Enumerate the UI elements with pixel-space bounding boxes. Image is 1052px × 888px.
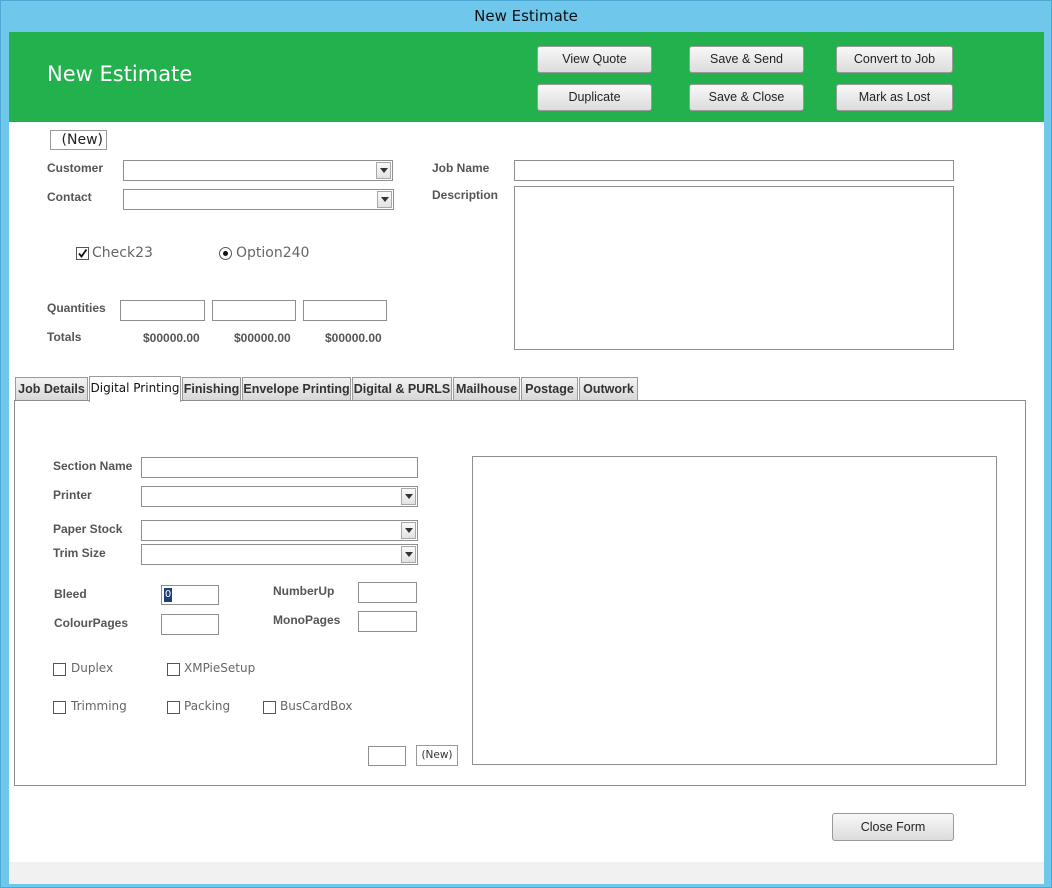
number-up-label: NumberUp bbox=[273, 584, 335, 598]
mono-pages-label: MonoPages bbox=[273, 613, 341, 627]
totals-label: Totals bbox=[47, 330, 82, 344]
digital-printing-panel: Section Name Printer Paper Stock Trim Si… bbox=[14, 400, 1026, 786]
chevron-down-icon[interactable] bbox=[376, 162, 391, 179]
duplex-checkbox[interactable] bbox=[53, 663, 66, 676]
sub-record-nav-input[interactable] bbox=[368, 746, 406, 766]
convert-to-job-button[interactable]: Convert to Job bbox=[836, 46, 953, 73]
option240-label: Option240 bbox=[236, 245, 310, 261]
trimming-checkbox[interactable] bbox=[53, 701, 66, 714]
description-label: Description bbox=[432, 188, 499, 202]
tab-digital-printing[interactable]: Digital Printing bbox=[89, 376, 181, 402]
chevron-down-icon[interactable] bbox=[401, 522, 416, 539]
form-footer-strip bbox=[9, 862, 1044, 884]
chevron-down-icon[interactable] bbox=[401, 488, 416, 505]
tab-envelope-printing[interactable]: Envelope Printing bbox=[242, 377, 351, 401]
bleed-input[interactable]: 0 bbox=[161, 585, 219, 605]
duplex-label: Duplex bbox=[71, 661, 114, 675]
bleed-value: 0 bbox=[164, 588, 172, 602]
window-frame: New Estimate New Estimate View Quote Sav… bbox=[0, 0, 1052, 888]
tab-mailhouse[interactable]: Mailhouse bbox=[453, 377, 520, 401]
job-name-input[interactable] bbox=[514, 160, 954, 181]
chevron-down-icon[interactable] bbox=[377, 191, 392, 208]
contact-label: Contact bbox=[47, 190, 92, 204]
quantities-label: Quantities bbox=[47, 301, 106, 315]
tab-postage[interactable]: Postage bbox=[521, 377, 578, 401]
mark-as-lost-button[interactable]: Mark as Lost bbox=[836, 84, 953, 111]
bus-card-box-label: BusCardBox bbox=[280, 699, 353, 713]
quantity-1-input[interactable] bbox=[120, 300, 205, 321]
quantity-3-input[interactable] bbox=[303, 300, 387, 321]
customer-combo[interactable] bbox=[123, 160, 393, 181]
tab-digital-purls[interactable]: Digital & PURLS bbox=[352, 377, 452, 401]
tab-outwork[interactable]: Outwork bbox=[579, 377, 638, 401]
chevron-down-icon[interactable] bbox=[401, 546, 416, 563]
customer-label: Customer bbox=[47, 161, 104, 175]
description-textarea[interactable] bbox=[514, 186, 954, 350]
packing-checkbox[interactable] bbox=[167, 701, 180, 714]
form-client-area: New Estimate View Quote Save & Send Conv… bbox=[9, 32, 1044, 862]
check238-checkbox[interactable] bbox=[76, 247, 89, 260]
total-2-value: $00000.00 bbox=[234, 331, 291, 345]
trim-size-label: Trim Size bbox=[53, 546, 106, 560]
bus-card-box-checkbox[interactable] bbox=[263, 701, 276, 714]
bleed-label: Bleed bbox=[54, 587, 87, 601]
record-id-field[interactable]: (New) bbox=[50, 130, 107, 150]
mono-pages-input[interactable] bbox=[358, 611, 417, 632]
trimming-label: Trimming bbox=[71, 699, 127, 713]
contact-combo[interactable] bbox=[123, 189, 394, 210]
printer-combo[interactable] bbox=[141, 486, 418, 507]
xmpie-setup-label: XMPieSetup bbox=[184, 661, 256, 675]
save-send-button[interactable]: Save & Send bbox=[689, 46, 804, 73]
form-title: New Estimate bbox=[47, 62, 193, 86]
quantity-2-input[interactable] bbox=[212, 300, 296, 321]
save-close-button[interactable]: Save & Close bbox=[689, 84, 804, 111]
close-form-button[interactable]: Close Form bbox=[832, 813, 954, 841]
radio-dot-icon bbox=[223, 251, 228, 256]
window-title: New Estimate bbox=[474, 7, 578, 25]
section-name-input[interactable] bbox=[141, 457, 418, 478]
xmpie-setup-checkbox[interactable] bbox=[167, 663, 180, 676]
total-1-value: $00000.00 bbox=[143, 331, 200, 345]
paper-stock-label: Paper Stock bbox=[53, 522, 123, 536]
number-up-input[interactable] bbox=[358, 582, 417, 603]
option240-radio[interactable] bbox=[219, 247, 232, 260]
duplicate-button[interactable]: Duplicate bbox=[537, 84, 652, 111]
digital-printing-subform[interactable] bbox=[472, 456, 997, 765]
total-3-value: $00000.00 bbox=[325, 331, 382, 345]
trim-size-combo[interactable] bbox=[141, 544, 418, 565]
check238-label: Check238 bbox=[92, 245, 154, 261]
colour-pages-label: ColourPages bbox=[54, 616, 129, 630]
colour-pages-input[interactable] bbox=[161, 614, 219, 635]
printer-label: Printer bbox=[53, 488, 92, 502]
packing-label: Packing bbox=[184, 699, 231, 713]
view-quote-button[interactable]: View Quote bbox=[537, 46, 652, 73]
form-header: New Estimate View Quote Save & Send Conv… bbox=[9, 32, 1044, 122]
checkmark-icon bbox=[78, 248, 88, 258]
paper-stock-combo[interactable] bbox=[141, 520, 418, 541]
tab-job-details[interactable]: Job Details bbox=[15, 377, 88, 401]
job-name-label: Job Name bbox=[432, 161, 490, 175]
sub-record-new-button[interactable]: (New) bbox=[416, 745, 458, 766]
tab-finishing[interactable]: Finishing bbox=[182, 377, 241, 401]
section-name-label: Section Name bbox=[53, 459, 133, 473]
